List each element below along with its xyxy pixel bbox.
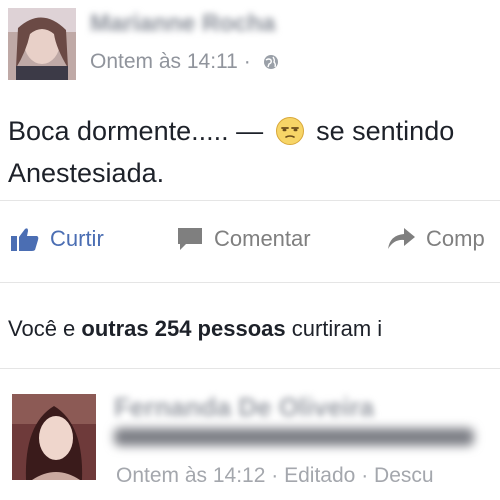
likes-summary[interactable]: Você e outras 254 pessoas curtiram i bbox=[8, 316, 382, 342]
divider-top bbox=[0, 200, 500, 201]
post-meta: Ontem às 14:11 · bbox=[90, 50, 279, 74]
like-button[interactable]: Curtir bbox=[10, 226, 104, 252]
share-label: Comp bbox=[426, 226, 485, 251]
comment-edited[interactable]: Editado bbox=[284, 464, 355, 487]
share-arrow-icon bbox=[386, 227, 416, 251]
divider-bottom bbox=[0, 368, 500, 369]
thumbs-up-icon bbox=[10, 226, 40, 252]
likes-suffix: curtiram i bbox=[285, 316, 383, 341]
post-text: Boca dormente..... — se sentindo Anestes… bbox=[8, 110, 498, 194]
share-button[interactable]: Comp bbox=[386, 226, 485, 252]
comment-more-link[interactable]: Descu bbox=[374, 464, 434, 487]
likes-count[interactable]: outras 254 pessoas bbox=[81, 316, 285, 341]
globe-icon bbox=[263, 52, 279, 69]
post-author-avatar[interactable] bbox=[8, 8, 76, 80]
likes-prefix: Você e bbox=[8, 316, 82, 341]
post-text-main: Boca dormente..... — bbox=[8, 116, 271, 146]
meta-separator: · bbox=[361, 464, 369, 487]
like-label: Curtir bbox=[50, 226, 104, 251]
post-author-name[interactable]: Marianne Rocha bbox=[90, 10, 275, 38]
comment-text-blurred bbox=[114, 428, 474, 446]
divider-mid bbox=[0, 282, 500, 283]
post-timestamp[interactable]: Ontem às 14:11 bbox=[90, 50, 238, 73]
commenter-name[interactable]: Fernanda De Oliveira bbox=[114, 392, 374, 423]
anesthetized-face-emoji bbox=[275, 116, 305, 146]
commenter-avatar[interactable] bbox=[12, 394, 96, 480]
meta-separator: · bbox=[243, 50, 251, 73]
comment-button[interactable]: Comentar bbox=[176, 226, 311, 252]
comment-label: Comentar bbox=[214, 226, 311, 251]
comment-meta: Ontem às 14:12 · Editado · Descu bbox=[116, 464, 434, 488]
comment-timestamp[interactable]: Ontem às 14:12 bbox=[116, 464, 265, 487]
comment-bubble-icon bbox=[176, 226, 204, 252]
meta-separator: · bbox=[271, 464, 279, 487]
